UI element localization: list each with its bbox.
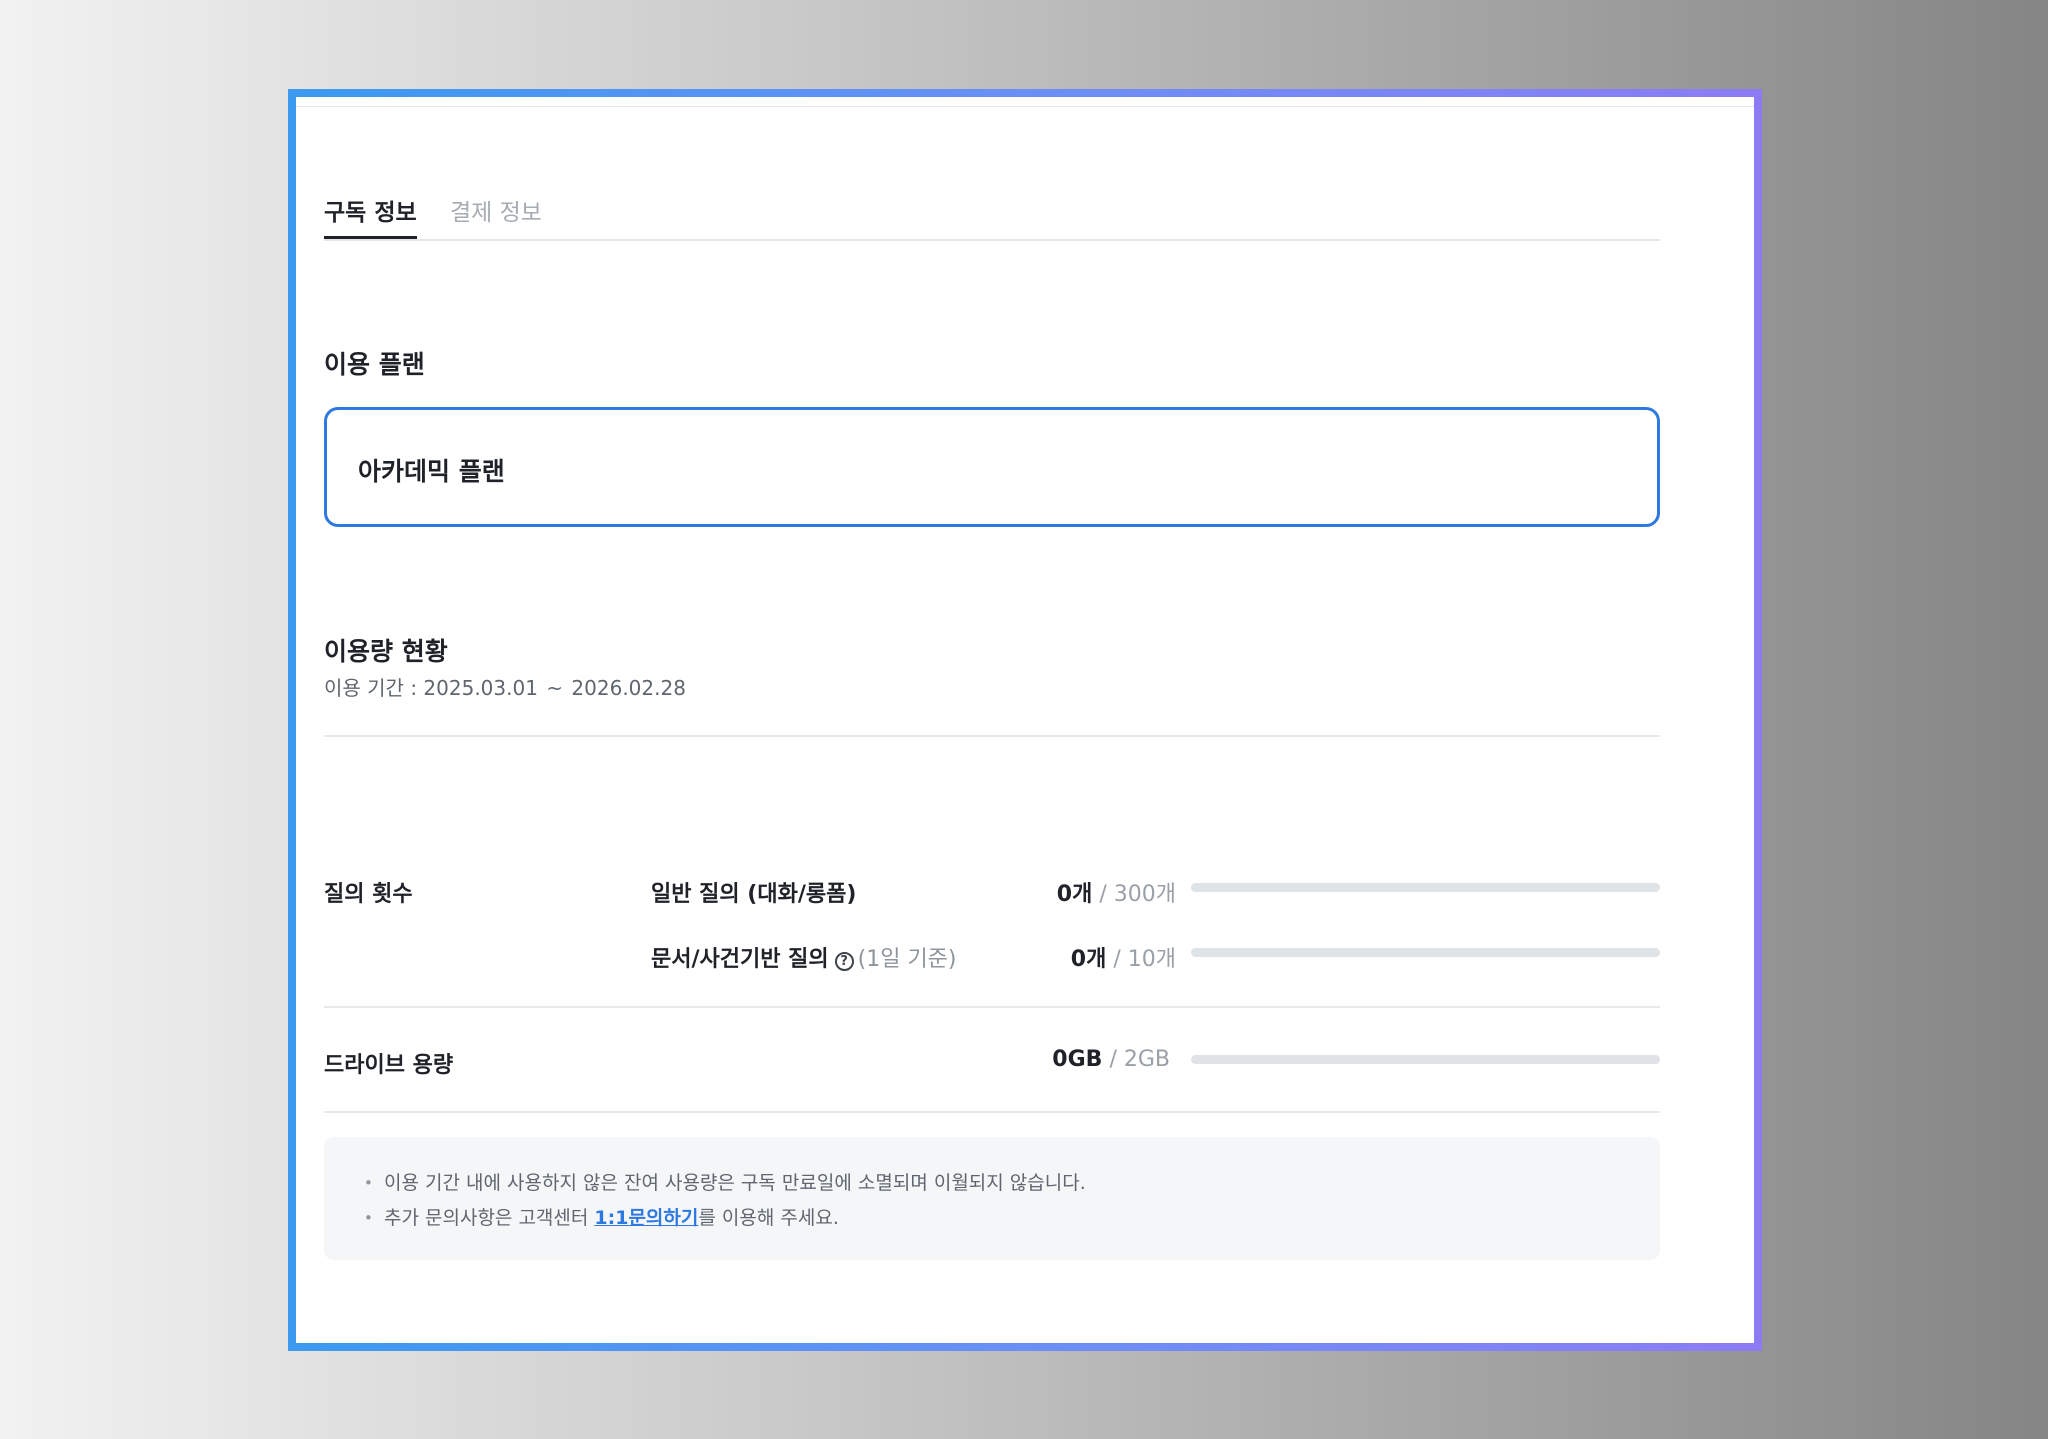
general-query-label: 일반 질의 (대화/롱폼)	[651, 882, 857, 907]
document-query-progress-bar	[1191, 948, 1660, 957]
tab-bar: 구독 정보 결제 정보	[324, 193, 1660, 241]
tab-subscription-info[interactable]: 구독 정보	[324, 193, 417, 239]
drive-used: 0GB	[1052, 1047, 1103, 1072]
document-query-label-row: 문서/사건기반 질의? (1일 기준)	[651, 941, 957, 973]
notice-text: 를 이용해 주세요.	[698, 1207, 839, 1229]
plan-section-title: 이용 플랜	[324, 350, 425, 379]
tab-payment-info[interactable]: 결제 정보	[450, 193, 542, 227]
document-query-limit: 10개	[1127, 947, 1176, 972]
usage-section-title: 이용량 현황	[324, 637, 448, 666]
drive-limit: 2GB	[1123, 1047, 1170, 1072]
notice-box: 이용 기간 내에 사용하지 않은 잔여 사용량은 구독 만료일에 소멸되며 이월…	[324, 1137, 1660, 1260]
drive-capacity-label: 드라이브 용량	[324, 1053, 454, 1078]
notice-item: 추가 문의사항은 고객센터 1:1문의하기를 이용해 주세요.	[364, 1201, 1086, 1236]
general-query-limit: 300개	[1113, 882, 1176, 907]
document-query-label: 문서/사건기반 질의	[651, 947, 829, 972]
slash: /	[1099, 882, 1107, 907]
period-start: 2025.03.01	[423, 676, 538, 700]
period-end: 2026.02.28	[571, 676, 686, 700]
top-divider	[296, 106, 1754, 107]
question-circle-icon[interactable]: ?	[834, 952, 854, 971]
query-count-label: 질의 횟수	[324, 882, 413, 907]
document-query-used: 0개	[1070, 947, 1107, 972]
plan-card[interactable]: 아카데믹 플랜	[324, 407, 1660, 527]
usage-period: 이용 기간 : 2025.03.01 ~ 2026.02.28	[324, 672, 686, 701]
divider	[324, 1006, 1660, 1008]
general-query-usage: 0개 / 300개	[1057, 876, 1176, 908]
browser-frame: 구독 정보 결제 정보 이용 플랜 아카데믹 플랜 이용량 현황 이용 기간 :…	[288, 89, 1762, 1351]
document-query-usage: 0개 / 10개	[1071, 941, 1176, 973]
general-query-used: 0개	[1056, 882, 1093, 907]
subscription-panel: 구독 정보 결제 정보 이용 플랜 아카데믹 플랜 이용량 현황 이용 기간 :…	[296, 97, 1754, 1343]
divider	[324, 1111, 1660, 1113]
period-separator: ~	[546, 676, 564, 700]
slash: /	[1109, 1047, 1117, 1072]
notice-text: 추가 문의사항은 고객센터	[384, 1207, 595, 1229]
notice-item: 이용 기간 내에 사용하지 않은 잔여 사용량은 구독 만료일에 소멸되며 이월…	[364, 1166, 1086, 1201]
divider	[324, 735, 1660, 737]
slash: /	[1113, 947, 1121, 972]
notice-list: 이용 기간 내에 사용하지 않은 잔여 사용량은 구독 만료일에 소멸되며 이월…	[364, 1166, 1086, 1236]
period-label: 이용 기간 :	[324, 676, 418, 700]
daily-basis-note: (1일 기준)	[857, 947, 957, 972]
drive-usage: 0GB / 2GB	[1052, 1047, 1170, 1072]
general-query-progress-bar	[1191, 883, 1660, 892]
drive-progress-bar	[1191, 1055, 1660, 1064]
plan-name: 아카데믹 플랜	[358, 457, 505, 486]
one-to-one-inquiry-link[interactable]: 1:1문의하기	[594, 1207, 698, 1229]
